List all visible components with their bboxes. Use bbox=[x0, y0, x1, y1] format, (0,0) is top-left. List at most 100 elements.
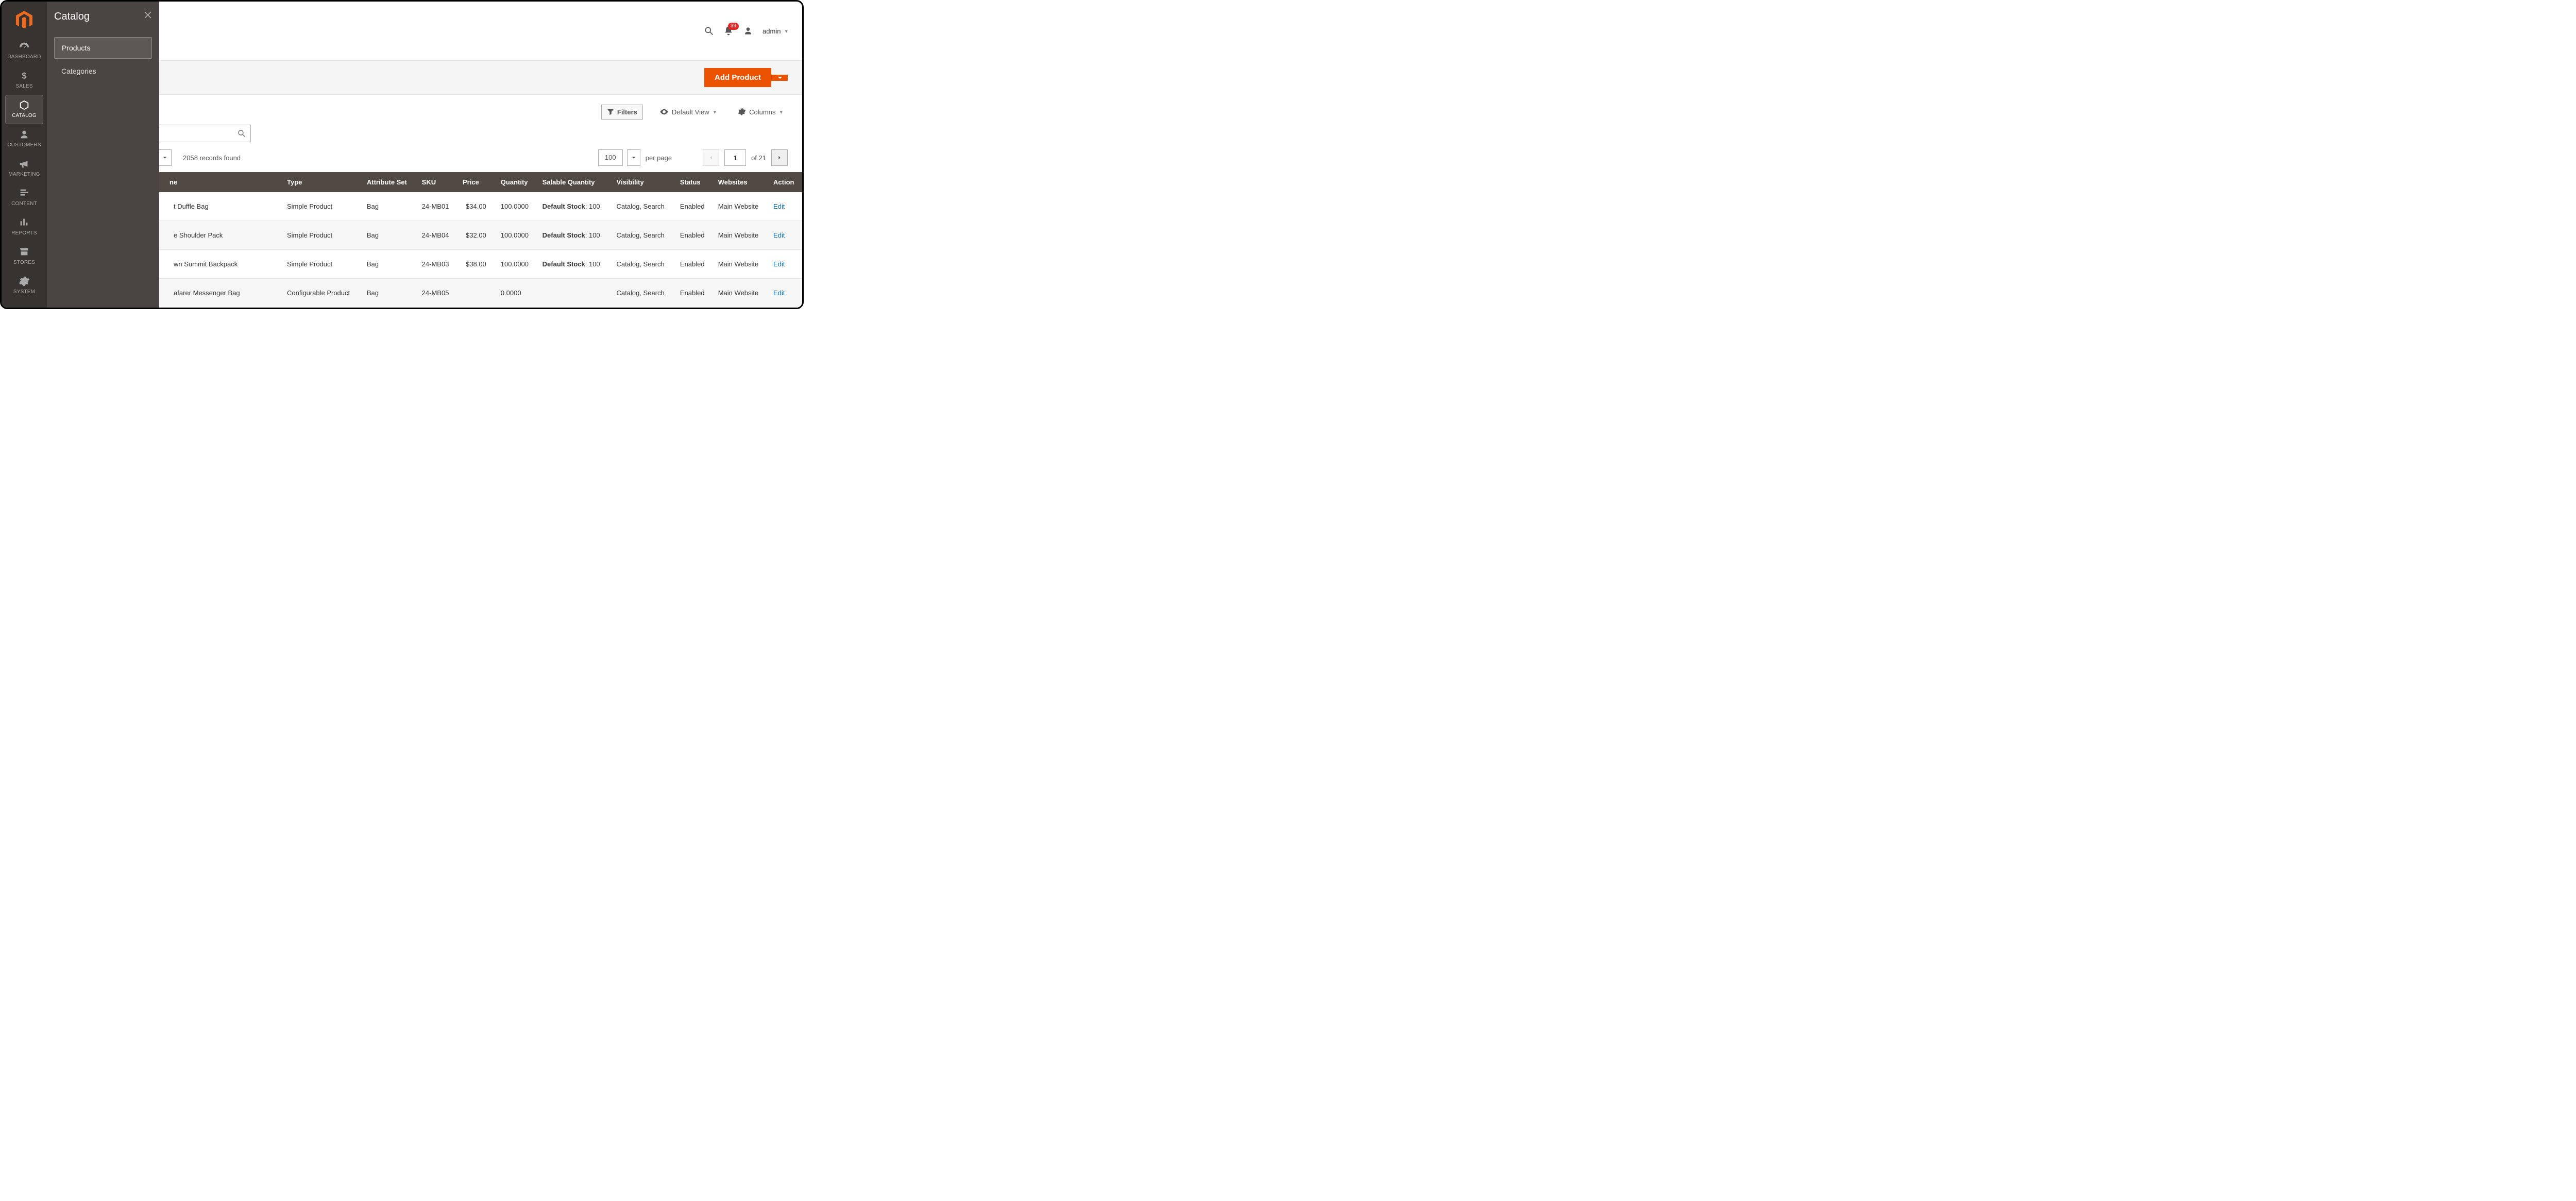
add-product-button[interactable]: Add Product bbox=[704, 68, 771, 87]
sidebar-item-label: SYSTEM bbox=[7, 289, 42, 295]
col-header-status[interactable]: Status bbox=[675, 172, 713, 192]
edit-link[interactable]: Edit bbox=[773, 231, 785, 239]
col-header-attrset[interactable]: Attribute Set bbox=[362, 172, 417, 192]
cell-quantity: 100.0000 bbox=[496, 250, 537, 279]
columns-dropdown[interactable]: Columns bbox=[733, 105, 788, 119]
search-row bbox=[159, 120, 802, 142]
cell-action: Edit bbox=[768, 279, 802, 308]
cell-sku: 24-MB05 bbox=[417, 279, 457, 308]
flyout-title: Catalog bbox=[54, 11, 152, 23]
cell-attribute-set: Bag bbox=[362, 221, 417, 250]
col-header-type[interactable]: Type bbox=[282, 172, 362, 192]
cell-quantity: 0.0000 bbox=[496, 279, 537, 308]
close-icon[interactable] bbox=[144, 11, 152, 19]
bar-chart-icon bbox=[19, 217, 30, 228]
cell-attribute-set: Bag bbox=[362, 192, 417, 221]
col-header-sku[interactable]: SKU bbox=[417, 172, 457, 192]
cell-salable: Default Stock: 100 bbox=[537, 250, 612, 279]
keyword-search-input[interactable] bbox=[158, 125, 251, 142]
cell-sku: 24-MB04 bbox=[417, 221, 457, 250]
default-view-dropdown[interactable]: Default View bbox=[654, 104, 721, 120]
cell-name: wn Summit Backpack bbox=[168, 250, 282, 279]
mass-actions-dropdown[interactable] bbox=[158, 149, 172, 166]
edit-link[interactable]: Edit bbox=[773, 202, 785, 210]
cell-type: Simple Product bbox=[282, 221, 362, 250]
pager: 100 per page of 21 bbox=[598, 149, 788, 166]
sidebar-item-catalog[interactable]: CATALOG bbox=[6, 95, 43, 124]
page-number-input[interactable] bbox=[724, 149, 746, 166]
cell-name: afarer Messenger Bag bbox=[168, 279, 282, 308]
table-row[interactable]: e Shoulder Pack Simple Product Bag 24-MB… bbox=[158, 221, 802, 250]
columns-label: Columns bbox=[749, 108, 775, 116]
cell-visibility: Catalog, Search bbox=[612, 221, 675, 250]
filters-label: Filters bbox=[617, 108, 637, 116]
sidebar-item-reports[interactable]: REPORTS bbox=[6, 213, 43, 241]
sidebar-item-sales[interactable]: $ SALES bbox=[6, 66, 43, 94]
flyout-item-categories[interactable]: Categories bbox=[54, 61, 152, 81]
col-header-price[interactable]: Price bbox=[457, 172, 496, 192]
cell-name: t Duffle Bag bbox=[168, 192, 282, 221]
cell-status: Enabled bbox=[675, 279, 713, 308]
sidebar-item-label: CONTENT bbox=[7, 201, 42, 207]
col-header-websites[interactable]: Websites bbox=[713, 172, 768, 192]
table-row[interactable]: t Duffle Bag Simple Product Bag 24-MB01 … bbox=[158, 192, 802, 221]
cell-type: Simple Product bbox=[282, 250, 362, 279]
catalog-flyout: Catalog Products Categories bbox=[47, 2, 159, 308]
cell-price: $32.00 bbox=[457, 221, 496, 250]
search-icon bbox=[237, 129, 246, 138]
sidebar-item-partners[interactable]: FIND PARTNERS & EXTENSIONS bbox=[6, 301, 43, 309]
col-header-salable[interactable]: Salable Quantity bbox=[537, 172, 612, 192]
flyout-item-label: Categories bbox=[61, 67, 96, 75]
magento-logo-icon[interactable] bbox=[15, 11, 33, 29]
sidebar-item-customers[interactable]: CUSTOMERS bbox=[6, 125, 43, 153]
per-page-value[interactable]: 100 bbox=[598, 149, 623, 166]
avatar-icon[interactable] bbox=[743, 26, 753, 36]
edit-link[interactable]: Edit bbox=[773, 260, 785, 268]
grid-controls: Filters Default View Columns bbox=[159, 95, 802, 120]
store-icon bbox=[19, 246, 30, 258]
grid-header-row: ne Type Attribute Set SKU Price Quantity… bbox=[158, 172, 802, 192]
per-page-label: per page bbox=[646, 154, 672, 162]
sidebar-item-label: MARKETING bbox=[7, 172, 42, 177]
cell-salable bbox=[537, 279, 612, 308]
prev-page-button[interactable] bbox=[703, 149, 719, 166]
next-page-button[interactable] bbox=[771, 149, 788, 166]
product-grid: ne Type Attribute Set SKU Price Quantity… bbox=[158, 172, 802, 308]
filters-button[interactable]: Filters bbox=[601, 105, 643, 120]
cell-sku: 24-MB03 bbox=[417, 250, 457, 279]
cell-salable: Default Stock: 100 bbox=[537, 192, 612, 221]
page-total-label: of 21 bbox=[751, 154, 766, 162]
columns-gear-icon bbox=[738, 108, 746, 116]
action-bar: Add Product bbox=[159, 60, 802, 95]
cell-websites: Main Website bbox=[713, 221, 768, 250]
col-header-action[interactable]: Action bbox=[768, 172, 802, 192]
notifications-icon[interactable]: 39 bbox=[723, 26, 734, 36]
sidebar-item-marketing[interactable]: MARKETING bbox=[6, 154, 43, 182]
cell-websites: Main Website bbox=[713, 192, 768, 221]
gauge-icon bbox=[19, 41, 30, 52]
sidebar-item-system[interactable]: SYSTEM bbox=[6, 272, 43, 300]
per-page-dropdown[interactable] bbox=[627, 149, 640, 166]
edit-link[interactable]: Edit bbox=[773, 289, 785, 297]
cell-type: Simple Product bbox=[282, 192, 362, 221]
table-row[interactable]: afarer Messenger Bag Configurable Produc… bbox=[158, 279, 802, 308]
search-icon[interactable] bbox=[704, 26, 714, 36]
sidebar-item-content[interactable]: CONTENT bbox=[6, 183, 43, 212]
sidebar-item-label: REPORTS bbox=[7, 230, 42, 236]
col-header-visibility[interactable]: Visibility bbox=[612, 172, 675, 192]
col-header-qty[interactable]: Quantity bbox=[496, 172, 537, 192]
eye-icon bbox=[659, 107, 669, 116]
sidebar-item-stores[interactable]: STORES bbox=[6, 242, 43, 270]
add-product-dropdown[interactable] bbox=[771, 75, 788, 81]
cell-name: e Shoulder Pack bbox=[168, 221, 282, 250]
person-icon bbox=[19, 129, 30, 140]
sidebar-item-dashboard[interactable]: DASHBOARD bbox=[6, 37, 43, 65]
col-header-name[interactable]: ne bbox=[168, 172, 282, 192]
user-menu[interactable]: admin bbox=[762, 27, 788, 35]
sidebar-item-label: CATALOG bbox=[7, 113, 42, 119]
cube-icon bbox=[19, 99, 30, 111]
top-toolbar: 39 admin bbox=[159, 2, 802, 60]
flyout-item-products[interactable]: Products bbox=[54, 37, 152, 59]
cell-attribute-set: Bag bbox=[362, 279, 417, 308]
table-row[interactable]: wn Summit Backpack Simple Product Bag 24… bbox=[158, 250, 802, 279]
